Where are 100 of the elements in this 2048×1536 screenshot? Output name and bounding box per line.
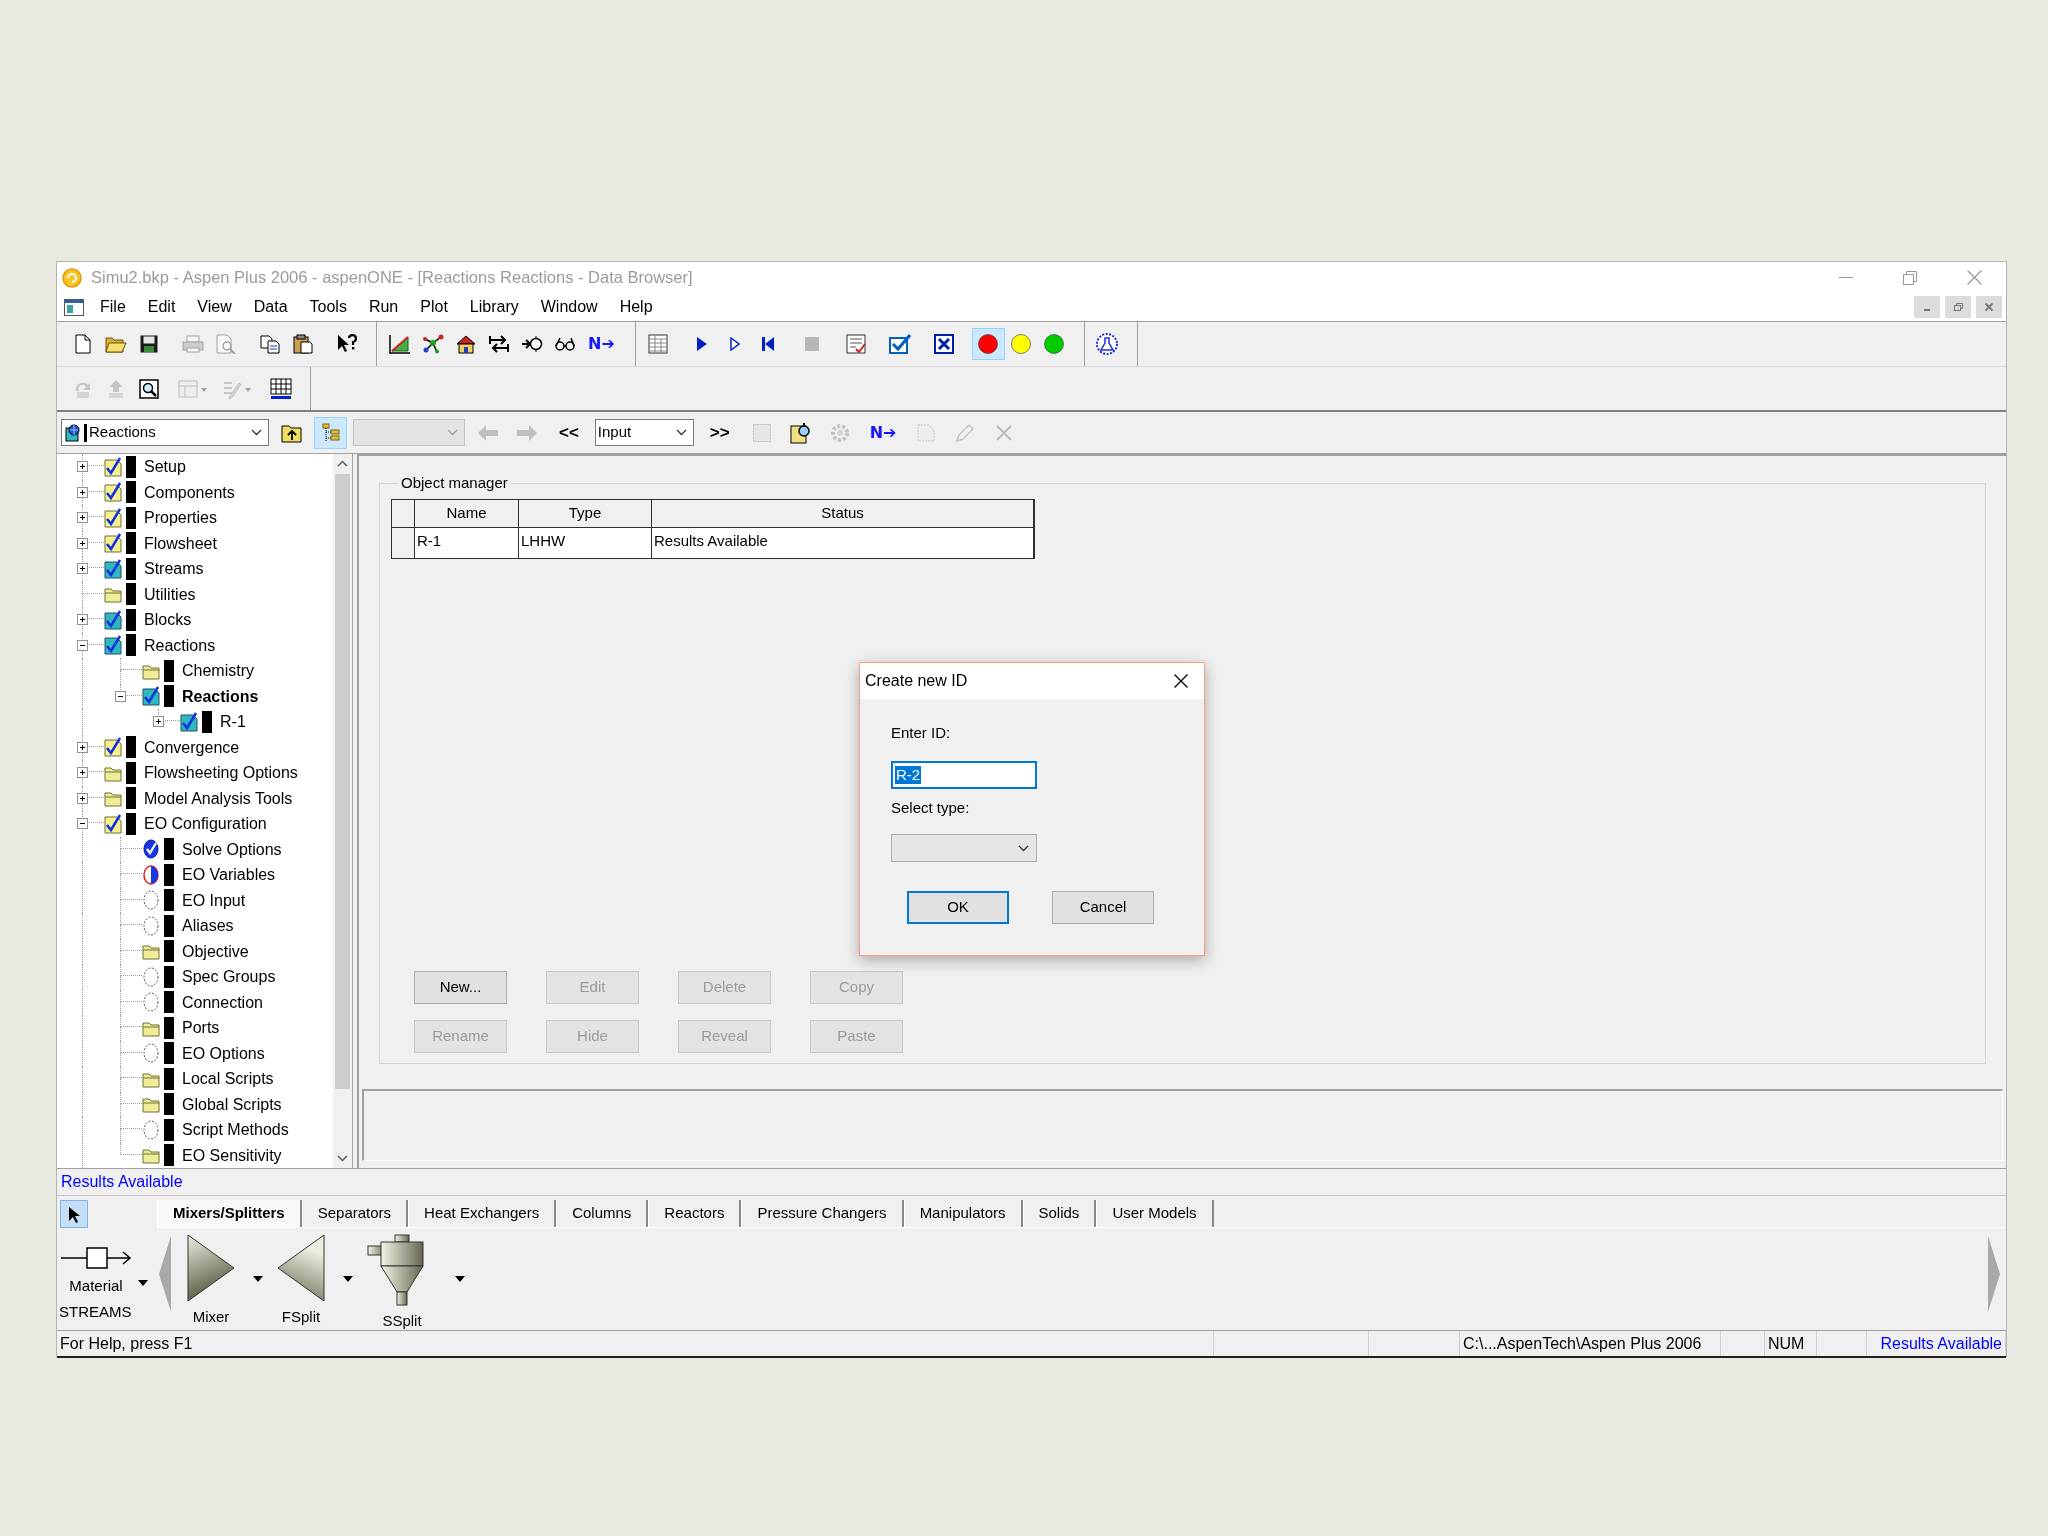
plus-box-icon[interactable] xyxy=(77,563,88,574)
cross-box-icon[interactable] xyxy=(934,334,955,354)
plus-box-icon[interactable] xyxy=(77,537,88,549)
tree-item[interactable]: EO Options xyxy=(182,1040,265,1066)
tree-item[interactable]: Connection xyxy=(182,989,263,1015)
tree-view-icon[interactable] xyxy=(321,422,340,443)
plus-box-icon[interactable] xyxy=(77,512,88,523)
circle-icon[interactable] xyxy=(1044,334,1065,354)
toggle-button[interactable] xyxy=(971,328,1005,360)
document-window-icon[interactable] xyxy=(64,298,84,316)
previous-form-button[interactable]: << xyxy=(549,422,589,443)
tree-item[interactable]: Reactions xyxy=(144,632,216,658)
new-file-icon[interactable] xyxy=(74,334,91,354)
tree-item[interactable]: Solve Options xyxy=(182,836,282,862)
plus-box-icon[interactable] xyxy=(77,792,88,804)
plus-box-icon[interactable] xyxy=(77,461,88,472)
column-header[interactable]: Name xyxy=(415,500,519,528)
restore-icon[interactable] xyxy=(1903,270,1917,285)
tree-item[interactable]: Chemistry xyxy=(182,658,254,684)
column-header[interactable]: Type xyxy=(519,500,652,528)
grid-underline-icon[interactable] xyxy=(269,377,292,400)
tree-item[interactable]: Streams xyxy=(144,556,204,582)
plus-box-icon[interactable] xyxy=(77,614,88,625)
table-icon[interactable] xyxy=(648,334,669,354)
model-button[interactable]: SSplit xyxy=(367,1234,437,1330)
open-folder-icon[interactable] xyxy=(104,335,127,353)
chevron-up-icon[interactable] xyxy=(337,460,348,467)
plus-box-icon[interactable] xyxy=(153,716,164,727)
rewind-icon[interactable] xyxy=(762,337,775,351)
palette-tab[interactable]: Mixers/Splitters xyxy=(157,1200,302,1227)
menu-item[interactable]: Plot xyxy=(409,297,459,317)
chevron-down-icon[interactable] xyxy=(337,1155,348,1162)
house-icon[interactable] xyxy=(454,334,477,354)
menu-item[interactable]: Edit xyxy=(136,297,187,317)
menu-item[interactable]: Window xyxy=(529,297,609,317)
scrollbar-thumb[interactable] xyxy=(335,474,350,1089)
checklist-icon[interactable] xyxy=(846,334,867,354)
zoom-frame-icon[interactable] xyxy=(138,378,159,399)
menu-item[interactable]: Data xyxy=(242,297,299,317)
menu-item[interactable]: View xyxy=(186,297,243,317)
action-button[interactable]: New... xyxy=(414,971,507,1004)
dialog-button[interactable]: OK xyxy=(907,891,1009,924)
restore-icon[interactable] xyxy=(1953,302,1963,312)
tree-item[interactable]: Model Analysis Tools xyxy=(144,785,293,811)
menu-item[interactable]: Library xyxy=(458,297,530,317)
palette-tab[interactable]: Pressure Changers xyxy=(741,1200,904,1227)
palette-tab[interactable]: Solids xyxy=(1022,1200,1097,1227)
palette-tab[interactable]: Columns xyxy=(556,1200,649,1227)
paste-icon[interactable] xyxy=(292,334,313,354)
close-icon[interactable] xyxy=(1174,674,1188,688)
tree-item[interactable]: EO Configuration xyxy=(144,811,267,837)
model-button[interactable]: FSplit xyxy=(277,1234,325,1326)
chevron-down-icon[interactable] xyxy=(675,429,687,436)
minus-box-icon[interactable] xyxy=(77,818,88,829)
tree-item[interactable]: Reactions xyxy=(182,683,259,709)
tree-item[interactable]: Setup xyxy=(144,454,186,480)
tree-item[interactable]: R-1 xyxy=(220,709,246,735)
tree-item[interactable]: Properties xyxy=(144,505,217,531)
copy-icon[interactable] xyxy=(259,334,280,354)
column-header[interactable]: Status xyxy=(652,500,1034,528)
glasses-icon[interactable] xyxy=(553,337,576,351)
stream-button[interactable]: Material xyxy=(57,1246,135,1295)
minus-box-icon[interactable] xyxy=(115,690,126,702)
circle-icon[interactable] xyxy=(1011,334,1032,354)
palette-tab[interactable]: Reactors xyxy=(648,1200,742,1227)
palette-tab[interactable]: Heat Exchangers xyxy=(408,1200,557,1227)
help-pointer-icon[interactable] xyxy=(336,334,357,354)
tree-item[interactable]: Aliases xyxy=(182,913,234,939)
tree-item[interactable]: Utilities xyxy=(144,581,196,607)
node-arrow-icon[interactable] xyxy=(520,335,543,353)
swap-arrows-icon[interactable] xyxy=(487,335,510,353)
palette-tab[interactable]: Manipulators xyxy=(903,1200,1023,1227)
caret-icon[interactable] xyxy=(253,1276,263,1282)
next-button[interactable]: N➔ xyxy=(581,334,622,354)
tree-item[interactable]: Spec Groups xyxy=(182,964,276,990)
play-icon[interactable] xyxy=(697,337,708,351)
tree-item[interactable]: Flowsheet xyxy=(144,530,217,556)
plus-box-icon[interactable] xyxy=(77,767,88,778)
node-network-icon[interactable] xyxy=(421,334,444,354)
menu-item[interactable]: Tools xyxy=(298,297,358,317)
model-button[interactable]: Mixer xyxy=(187,1234,235,1326)
plus-box-icon[interactable] xyxy=(77,741,88,753)
tree-item[interactable]: Objective xyxy=(182,938,249,964)
mdi-close-button[interactable] xyxy=(1976,296,2002,318)
chevron-down-icon[interactable] xyxy=(1018,844,1029,852)
select-tool-button[interactable] xyxy=(60,1200,88,1228)
chart-icon[interactable] xyxy=(388,334,411,354)
tree-item[interactable]: Flowsheeting Options xyxy=(144,760,298,786)
tree-item[interactable]: Convergence xyxy=(144,734,240,760)
tree-item[interactable]: Script Methods xyxy=(182,1117,289,1143)
minus-box-icon[interactable] xyxy=(77,639,88,651)
tree-item[interactable]: Components xyxy=(144,479,235,505)
tree-item[interactable]: EO Input xyxy=(182,887,246,913)
flask-icon[interactable] xyxy=(1096,333,1119,355)
toggle-button[interactable] xyxy=(314,416,347,449)
next-button[interactable]: N➔ xyxy=(862,422,904,443)
folder-up-icon[interactable] xyxy=(280,422,303,443)
checked-box-icon[interactable] xyxy=(889,334,912,354)
circle-icon[interactable] xyxy=(978,334,999,354)
palette-tab[interactable]: User Models xyxy=(1096,1200,1214,1227)
